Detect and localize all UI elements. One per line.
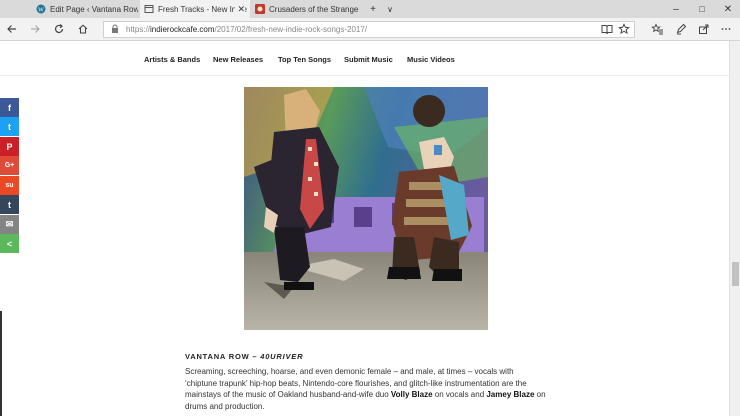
artist-name: VANTANA ROW – — [185, 352, 261, 361]
address-bar[interactable]: https://indierockcafe.com/2017/02/fresh-… — [103, 21, 635, 38]
minimize-button[interactable]: – — [664, 0, 688, 18]
url-path: /2017/02/fresh-new-indie-rock-songs-2017… — [214, 25, 368, 34]
navigation-toolbar: https://indierockcafe.com/2017/02/fresh-… — [0, 18, 740, 41]
tab-fresh-tracks[interactable]: Fresh Tracks - New Indie ✕ — [140, 0, 250, 18]
browser-chrome: W Edit Page ‹ Vantana Row — Fresh Tracks… — [0, 0, 740, 41]
tab-title: Crusaders of the Strange - A — [269, 4, 358, 14]
share-icon[interactable] — [696, 22, 712, 36]
url-scheme: https:// — [126, 25, 151, 34]
nav-artists-bands[interactable]: Artists & Bands — [144, 55, 200, 64]
pinterest-share-button[interactable]: P — [0, 137, 19, 156]
more-options-share-button[interactable]: < — [0, 234, 19, 253]
svg-text:W: W — [38, 7, 44, 13]
band-photo — [244, 87, 488, 330]
nav-top-ten-songs[interactable]: Top Ten Songs — [278, 55, 331, 64]
stumbleupon-icon: su — [5, 182, 14, 189]
close-window-button[interactable]: ✕ — [716, 0, 740, 18]
tumblr-icon: t — [8, 199, 11, 210]
nav-music-videos[interactable]: Music Videos — [407, 55, 455, 64]
site-navigation: Artists & Bands New Releases Top Ten Son… — [0, 41, 729, 76]
pinterest-icon: P — [6, 141, 13, 152]
paragraph-text: on vocals and — [432, 390, 487, 400]
page-icon — [144, 4, 154, 14]
favorites-hub-icon[interactable] — [649, 22, 665, 36]
tumblr-share-button[interactable]: t — [0, 195, 19, 214]
refresh-icon[interactable] — [51, 22, 67, 36]
tab-title: Fresh Tracks - New Indie — [158, 4, 247, 14]
musician-name: Volly Blaze — [390, 390, 433, 400]
pen-icon[interactable] — [673, 22, 689, 36]
window-edge — [0, 311, 2, 416]
back-icon[interactable] — [4, 22, 20, 36]
lock-icon[interactable] — [111, 24, 119, 36]
song-title: 40URIVER — [260, 352, 304, 361]
google-plus-share-button[interactable]: G+ — [0, 156, 19, 175]
reading-view-icon[interactable] — [599, 22, 615, 36]
email-icon: ✉ — [5, 219, 14, 229]
wordpress-icon: W — [36, 4, 46, 14]
facebook-icon: f — [8, 102, 11, 113]
web-page: Artists & Bands New Releases Top Ten Son… — [0, 41, 729, 416]
song-heading: VANTANA ROW – 40URIVER — [185, 352, 303, 361]
scrollbar-thumb[interactable] — [732, 262, 739, 286]
email-share-button[interactable]: ✉ — [0, 215, 19, 234]
stumbleupon-share-button[interactable]: su — [0, 176, 19, 195]
more-options-icon: < — [6, 238, 13, 249]
tab-strip: W Edit Page ‹ Vantana Row — Fresh Tracks… — [0, 0, 740, 18]
url-text[interactable]: https://indierockcafe.com/2017/02/fresh-… — [126, 25, 367, 34]
site-favicon-icon — [255, 4, 265, 14]
nav-submit-music[interactable]: Submit Music — [344, 55, 393, 64]
nav-new-releases[interactable]: New Releases — [213, 55, 263, 64]
forward-icon[interactable] — [27, 22, 43, 36]
url-host: indierockcafe.com — [150, 25, 215, 34]
vertical-scrollbar[interactable] — [729, 41, 740, 416]
home-icon[interactable] — [75, 22, 91, 36]
tab-list-button[interactable]: ∨ — [378, 0, 402, 18]
article-paragraph: Screaming, screeching, hoarse, and even … — [185, 366, 547, 412]
tab-title: Edit Page ‹ Vantana Row — — [50, 4, 138, 14]
twitter-icon: t — [8, 121, 11, 132]
twitter-share-button[interactable]: t — [0, 117, 19, 136]
musician-name: Jamey Blaze — [486, 390, 535, 400]
tab-edit-page[interactable]: W Edit Page ‹ Vantana Row — — [32, 0, 138, 18]
tab-crusaders[interactable]: Crusaders of the Strange - A — [251, 0, 358, 18]
google-plus-icon: G+ — [4, 162, 15, 169]
favorite-star-icon[interactable] — [616, 22, 632, 36]
more-icon[interactable] — [718, 22, 734, 36]
maximize-button[interactable]: □ — [690, 0, 714, 18]
facebook-share-button[interactable]: f — [0, 98, 19, 117]
close-tab-icon[interactable]: ✕ — [235, 4, 245, 15]
